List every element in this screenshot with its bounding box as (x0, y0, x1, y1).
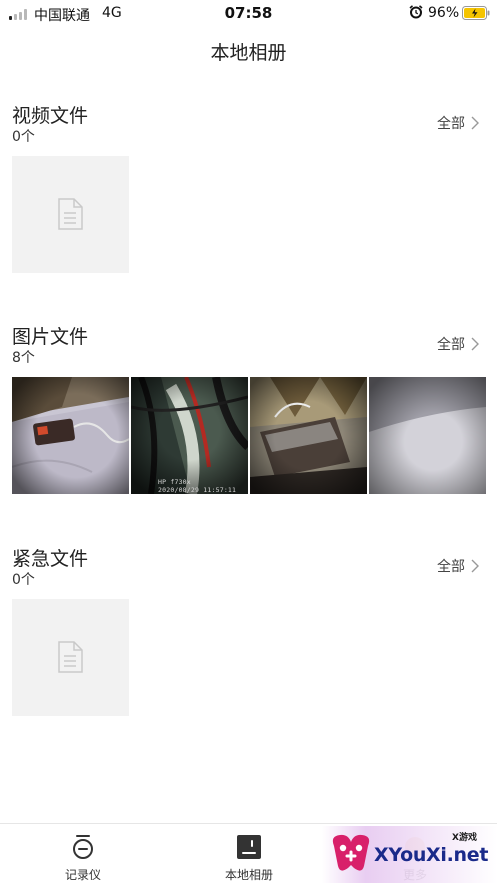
section-count: 8个 (12, 350, 35, 366)
view-all-label: 全部 (437, 559, 465, 575)
section-title: 图片文件 (12, 326, 89, 348)
view-all-label: 全部 (437, 337, 465, 353)
page-title: 本地相册 (210, 42, 287, 64)
battery-icon (462, 6, 490, 20)
recorder-icon (73, 835, 93, 859)
album-icon (237, 835, 261, 859)
chevron-right-icon (471, 559, 479, 573)
tab-label: 本地相册 (224, 868, 273, 882)
picture-files-section: 图片文件 8个 全部 HP f730x 2020/08/29 11:57:11 (0, 322, 497, 497)
tab-local-album[interactable]: 本地相册 (166, 824, 332, 884)
thumbnail-date-stamp: 2020/08/29 11:57:11 (158, 486, 237, 494)
picture-thumbnail[interactable] (369, 377, 486, 494)
section-count: 0个 (12, 572, 35, 588)
status-bar: 中国联通 4G 07:58 96% (0, 0, 497, 28)
chevron-right-icon (471, 116, 479, 130)
view-all-pictures-button[interactable]: 全部 (437, 334, 479, 354)
thumbnail-device-stamp: HP f730x (158, 478, 191, 486)
view-all-label: 全部 (437, 116, 465, 132)
section-title: 视频文件 (12, 105, 89, 127)
watermark-small-text: X游戏 (452, 833, 477, 843)
section-title: 紧急文件 (12, 548, 89, 570)
picture-thumbnail-row: HP f730x 2020/08/29 11:57:11 (12, 377, 486, 494)
section-count: 0个 (12, 129, 35, 145)
gamepad-logo-icon (332, 834, 370, 871)
watermark: X游戏 XYouXi.net (322, 826, 497, 883)
video-files-section: 视频文件 0个 全部 (0, 101, 497, 276)
picture-thumbnail[interactable] (250, 377, 367, 494)
file-icon (58, 641, 83, 673)
watermark-text: XYouXi.net (374, 844, 489, 866)
tab-label: 记录仪 (64, 868, 101, 882)
battery-percent: 96% (428, 5, 460, 21)
chevron-right-icon (471, 337, 479, 351)
alarm-icon (409, 5, 423, 19)
file-icon (58, 198, 83, 230)
empty-file-placeholder (12, 599, 129, 716)
picture-thumbnail[interactable]: HP f730x 2020/08/29 11:57:11 (131, 377, 248, 494)
empty-file-placeholder (12, 156, 129, 273)
tab-recorder[interactable]: 记录仪 (0, 824, 166, 884)
view-all-videos-button[interactable]: 全部 (437, 113, 479, 133)
picture-thumbnail[interactable] (12, 377, 129, 494)
view-all-emergency-button[interactable]: 全部 (437, 556, 479, 576)
emergency-files-section: 紧急文件 0个 全部 (0, 544, 497, 719)
